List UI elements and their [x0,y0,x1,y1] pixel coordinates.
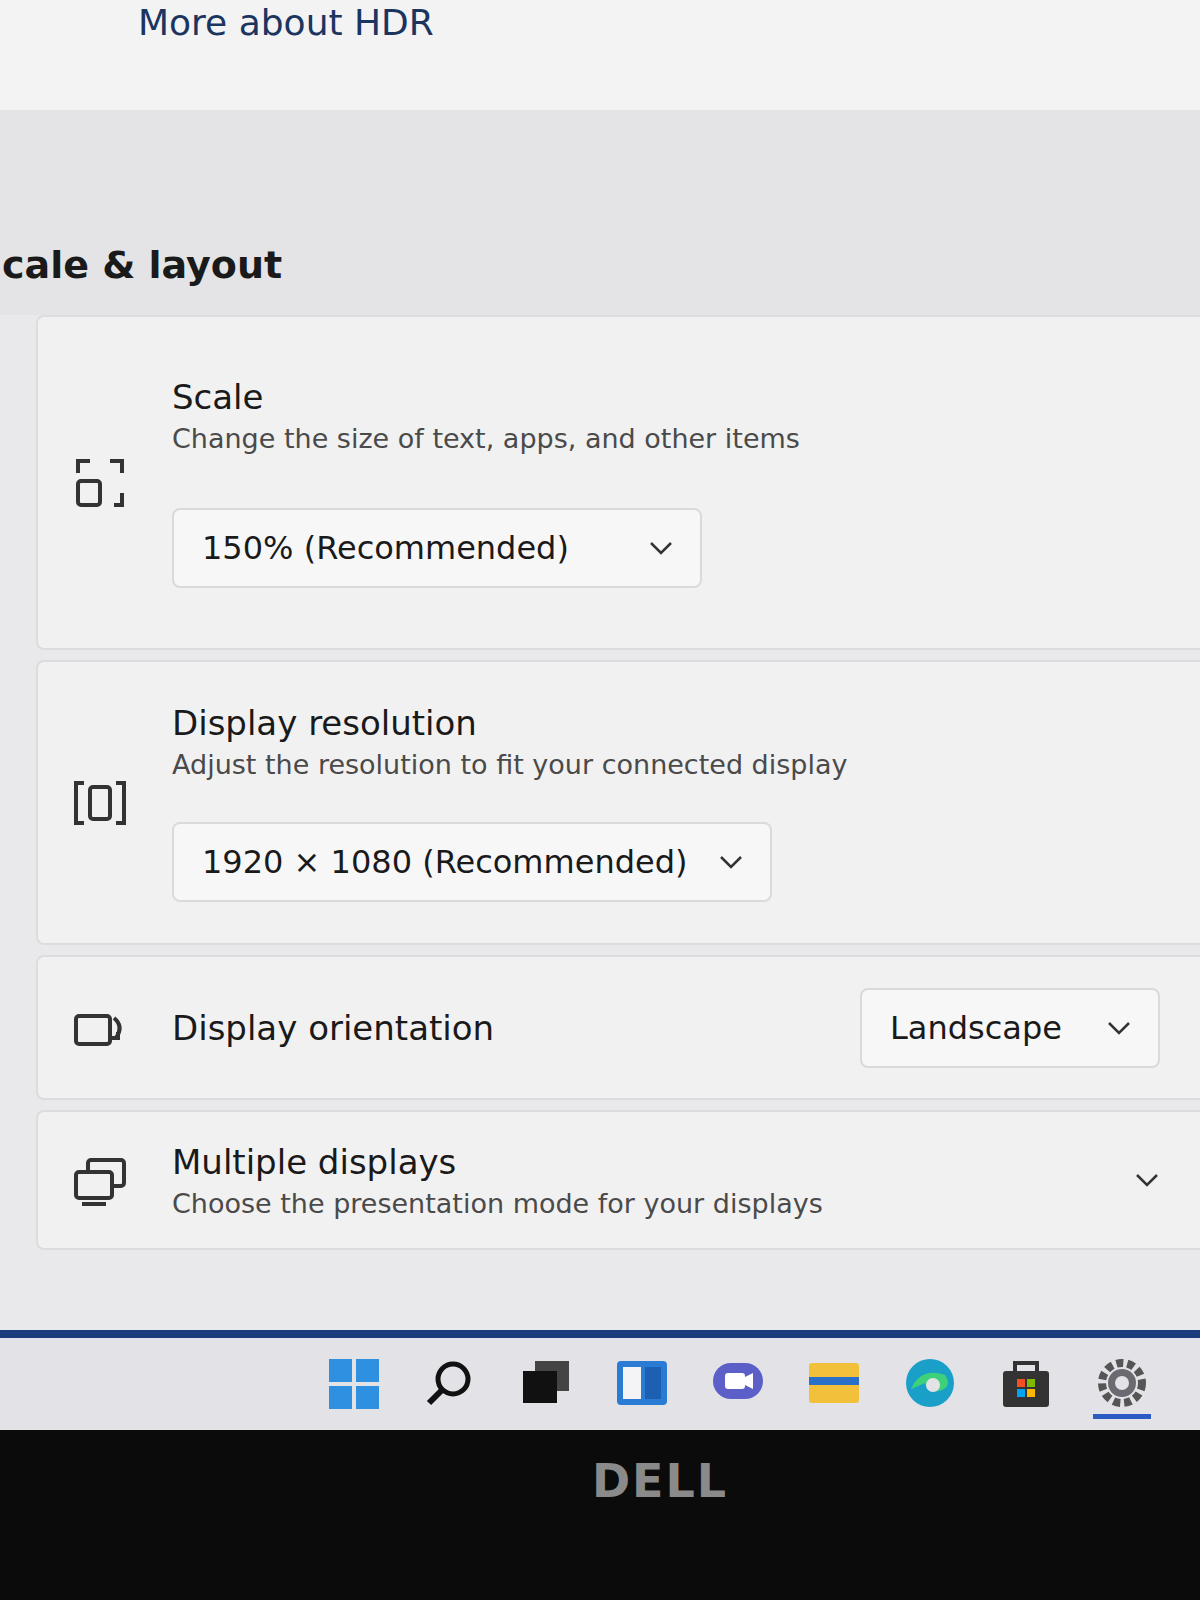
setting-body: Multiple displays Choose the presentation… [172,1142,1094,1219]
widgets-icon [613,1353,671,1411]
hdr-link[interactable]: More about HDR [138,0,434,43]
orientation-icon [70,998,130,1058]
setting-dropdown[interactable]: Landscape [860,988,1160,1068]
empty-space [0,1250,1200,1330]
taskbar-item[interactable] [325,1349,383,1419]
setting-card: Display orientation Landscape [36,955,1200,1100]
chevron-down-icon [718,853,744,871]
taskbar [0,1330,1200,1430]
taskbar-item[interactable] [997,1349,1055,1419]
store-icon [997,1353,1055,1411]
setting-icon-box [68,996,132,1060]
section-title: cale & layout [2,243,282,287]
taskbar-item[interactable] [421,1349,479,1419]
setting-icon-box [68,1148,132,1212]
scale-icon [70,453,130,513]
multiple-displays-icon [70,1150,130,1210]
setting-title: Scale [172,377,1160,417]
setting-description: Adjust the resolution to fit your connec… [172,749,1160,780]
taskbar-item[interactable] [805,1349,863,1419]
taskbar-item[interactable] [517,1349,575,1419]
start-icon [325,1353,383,1411]
settings-list: Scale Change the size of text, apps, and … [0,315,1200,1250]
dell-logo: DELL [592,1454,728,1600]
header: More about HDR [0,0,1200,110]
setting-icon-box [68,771,132,835]
settings-page: More about HDR cale & layout Scale Change t… [0,0,1200,1600]
edge-icon [901,1353,959,1411]
taskbar-item[interactable] [613,1349,671,1419]
task-view-icon [517,1353,575,1411]
setting-body: Display orientation [172,1008,820,1048]
file-explorer-icon [805,1353,863,1411]
taskbar-item[interactable] [1093,1349,1151,1419]
taskbar-item[interactable] [901,1349,959,1419]
bezel: DELL [0,1430,1200,1600]
setting-description: Change the size of text, apps, and other… [172,423,1160,454]
setting-title: Display orientation [172,1008,820,1048]
settings-icon [1093,1353,1151,1411]
chat-icon [709,1353,767,1411]
section-header: cale & layout [0,110,1200,315]
taskbar-item[interactable] [709,1349,767,1419]
setting-dropdown[interactable]: 150% (Recommended) [172,508,702,588]
setting-body: Display resolution Adjust the resolution … [172,703,1160,902]
chevron-down-icon [648,539,674,557]
setting-title: Display resolution [172,703,1160,743]
setting-card[interactable]: Multiple displays Choose the presentation… [36,1110,1200,1250]
setting-icon-box [68,451,132,515]
chevron-down-icon [1106,1019,1132,1037]
setting-card: Scale Change the size of text, apps, and … [36,315,1200,650]
setting-dropdown[interactable]: 1920 × 1080 (Recommended) [172,822,772,902]
setting-card: Display resolution Adjust the resolution … [36,660,1200,945]
expand-chevron-icon[interactable] [1134,1171,1160,1189]
setting-title: Multiple displays [172,1142,1094,1182]
resolution-icon [70,773,130,833]
search-icon [421,1353,479,1411]
setting-description: Choose the presentation mode for your di… [172,1188,1094,1219]
setting-body: Scale Change the size of text, apps, and … [172,377,1160,588]
